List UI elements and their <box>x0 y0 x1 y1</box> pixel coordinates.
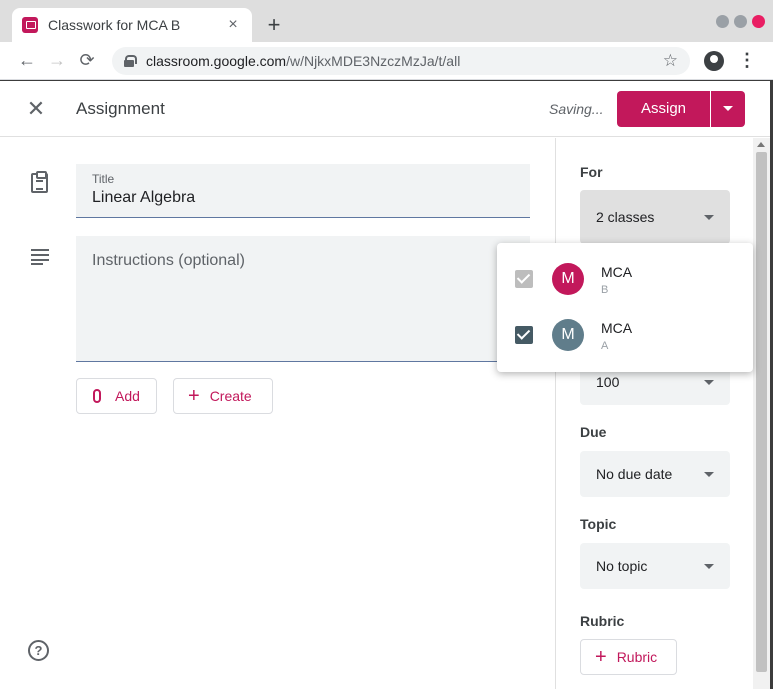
scroll-up-arrow-icon[interactable] <box>757 142 765 147</box>
classroom-app: ✕ Assignment Saving... Assign Title Line… <box>0 81 770 689</box>
scrollbar[interactable] <box>753 138 770 689</box>
tab-close-icon[interactable]: × <box>224 16 242 34</box>
avatar: M <box>552 319 584 351</box>
create-button[interactable]: + Create <box>173 378 273 414</box>
tab-title: Classwork for MCA B <box>48 17 181 33</box>
forward-icon[interactable]: → <box>42 50 72 71</box>
dropdown-arrow-icon <box>704 380 714 385</box>
title-input[interactable]: Linear Algebra <box>92 189 514 207</box>
topic-label: Topic <box>580 516 617 532</box>
plus-icon: + <box>595 646 607 668</box>
instructions-placeholder: Instructions (optional) <box>92 252 245 269</box>
scroll-thumb[interactable] <box>756 152 767 672</box>
maximize-button[interactable] <box>734 15 747 28</box>
assign-options-chevron-down-icon[interactable] <box>711 91 745 127</box>
title-label: Title <box>92 172 115 186</box>
assignment-form: Title Linear Algebra Instructions (optio… <box>0 138 555 689</box>
minimize-button[interactable] <box>716 15 729 28</box>
help-icon[interactable]: ? <box>28 640 49 661</box>
back-icon[interactable]: ← <box>12 50 42 71</box>
profile-icon[interactable] <box>704 51 724 71</box>
title-field[interactable]: Title Linear Algebra <box>76 164 530 218</box>
settings-panel: For 2 classes 100 Due No due date Topic … <box>555 138 753 689</box>
for-label: For <box>580 164 603 180</box>
rubric-label: Rubric <box>580 613 625 629</box>
topic-value: No topic <box>596 558 648 574</box>
class-section: B <box>601 284 609 296</box>
class-section: A <box>601 340 609 352</box>
class-option-mca-a[interactable]: M MCA A <box>497 307 753 363</box>
page-title: Assignment <box>76 99 165 118</box>
paperclip-icon <box>93 389 101 403</box>
avatar: M <box>552 263 584 295</box>
class-dropdown-menu: M MCA B M MCA A <box>497 243 753 372</box>
class-checkbox[interactable] <box>515 270 533 288</box>
window-controls <box>716 15 765 28</box>
due-value: No due date <box>596 466 673 482</box>
close-icon[interactable]: ✕ <box>24 95 48 123</box>
lock-icon[interactable] <box>124 55 137 67</box>
instructions-field[interactable]: Instructions (optional) <box>76 236 530 362</box>
topic-select[interactable]: No topic <box>580 543 730 589</box>
create-label: Create <box>209 388 252 404</box>
notes-icon <box>31 249 49 265</box>
class-select-value: 2 classes <box>596 209 655 225</box>
url-host: classroom.google.com <box>146 53 287 69</box>
assign-button[interactable]: Assign <box>617 91 710 127</box>
window-close-button[interactable] <box>752 15 765 28</box>
url-path: /w/NjkxMDE3NzczMzJa/t/all <box>286 53 461 69</box>
browser-toolbar: ← → ⟳ classroom.google.com/w/NjkxMDE3Nzc… <box>0 42 773 80</box>
bookmark-star-icon[interactable]: ☆ <box>663 51 678 71</box>
dropdown-arrow-icon <box>704 472 714 477</box>
add-attachment-button[interactable]: Add <box>76 378 157 414</box>
plus-icon: + <box>188 385 200 407</box>
rubric-button-label: Rubric <box>616 649 658 665</box>
assignment-icon <box>31 171 48 193</box>
due-date-select[interactable]: No due date <box>580 451 730 497</box>
browser-menu-icon[interactable]: ⋮ <box>738 49 756 71</box>
add-label: Add <box>115 388 140 404</box>
url-text[interactable]: classroom.google.com/w/NjkxMDE3NzczMzJa/… <box>146 53 663 69</box>
class-select[interactable]: 2 classes <box>580 190 730 244</box>
classroom-favicon-icon <box>22 17 38 33</box>
points-value: 100 <box>596 374 620 390</box>
class-name: MCA <box>601 264 633 280</box>
dropdown-arrow-icon <box>704 564 714 569</box>
add-rubric-button[interactable]: + Rubric <box>580 639 677 675</box>
address-bar[interactable]: classroom.google.com/w/NjkxMDE3NzczMzJa/… <box>112 47 690 75</box>
browser-tabstrip: Classwork for MCA B × + <box>0 0 773 42</box>
browser-tab[interactable]: Classwork for MCA B × <box>12 8 252 42</box>
due-label: Due <box>580 424 607 440</box>
dropdown-arrow-icon <box>704 215 714 220</box>
assignment-header: ✕ Assignment Saving... Assign <box>0 81 770 137</box>
reload-icon[interactable]: ⟳ <box>72 50 102 71</box>
new-tab-button[interactable]: + <box>262 13 286 37</box>
class-option-mca-b[interactable]: M MCA B <box>497 251 753 307</box>
class-name: MCA <box>601 320 633 336</box>
saving-status: Saving... <box>549 101 604 117</box>
class-checkbox[interactable] <box>515 326 533 344</box>
